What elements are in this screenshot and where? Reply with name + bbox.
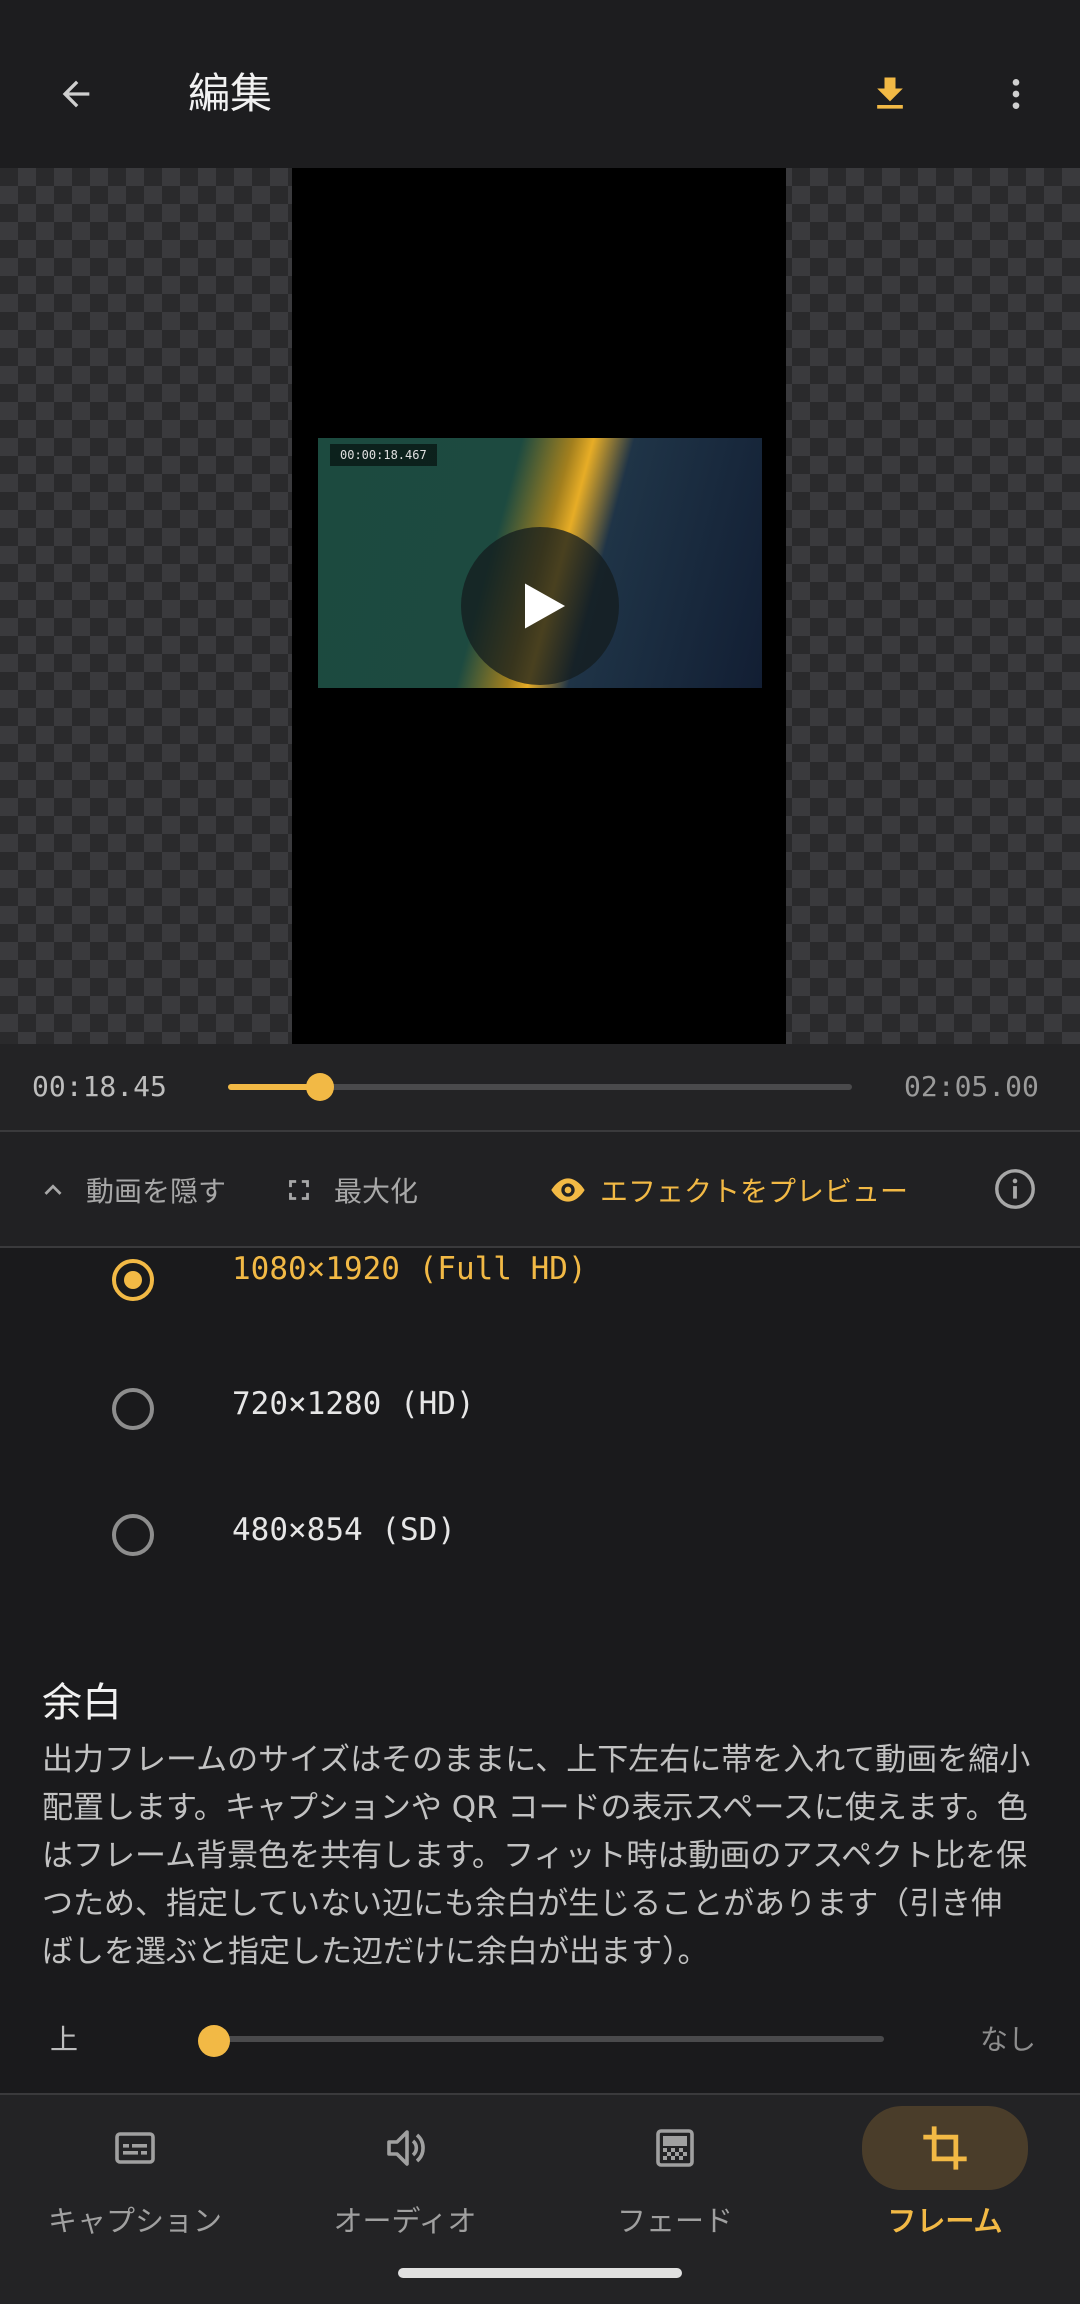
preview-effects-label: エフェクトをプレビュー xyxy=(600,1175,909,1208)
resolution-option-label: 720×1280 (HD) xyxy=(232,1386,475,1422)
hide-video-button[interactable]: 動画を隠す xyxy=(36,1162,226,1218)
more-vert-icon xyxy=(1012,79,1020,109)
crop-icon xyxy=(923,2126,967,2170)
chevron-up-icon xyxy=(44,1184,62,1195)
video-timestamp-overlay: 00:00:18.467 xyxy=(330,444,437,466)
resolution-option[interactable]: 1080×1920 (Full HD) xyxy=(112,1251,1012,1335)
nav-icon-container xyxy=(322,2106,488,2190)
home-indicator[interactable] xyxy=(398,2268,682,2278)
nav-label: フェード xyxy=(616,2204,733,2238)
overflow-menu-button[interactable] xyxy=(980,58,1052,130)
radio-button[interactable] xyxy=(112,1388,154,1430)
maximize-label: 最大化 xyxy=(334,1175,419,1208)
nav-item-audio[interactable]: オーディオ xyxy=(270,2100,540,2250)
nav-icon-container xyxy=(592,2106,758,2190)
seek-thumb[interactable] xyxy=(306,1073,335,1101)
arrow-left-icon xyxy=(62,80,90,108)
eye-icon xyxy=(551,1178,585,1202)
nav-icon-container xyxy=(862,2106,1028,2190)
current-time: 00:18.45 xyxy=(32,1070,167,1103)
nav-item-fade[interactable]: フェード xyxy=(540,2100,810,2250)
download-button[interactable] xyxy=(854,58,926,130)
nav-label: オーディオ xyxy=(333,2204,477,2238)
preview-effects-button[interactable]: エフェクトをプレビュー xyxy=(548,1162,908,1218)
resolution-option-label: 1080×1920 (Full HD) xyxy=(232,1251,587,1287)
resolution-option[interactable]: 480×854 (SD) xyxy=(112,1512,1012,1574)
margin-slider-track[interactable] xyxy=(212,2036,884,2042)
play-icon xyxy=(525,583,565,629)
volume-icon xyxy=(387,2130,425,2166)
nav-item-frame[interactable]: フレーム xyxy=(810,2100,1080,2250)
nav-label: キャプション xyxy=(47,2204,222,2238)
gradient-icon xyxy=(656,2129,694,2167)
section-description: 出力フレームのサイズはそのままに、上下左右に帯を入れて動画を縮小配置します。キャ… xyxy=(42,1742,1031,1970)
margin-slider-value: なし xyxy=(980,2023,1037,2056)
total-time: 02:05.00 xyxy=(904,1070,1039,1103)
resolution-option-label: 480×854 (SD) xyxy=(232,1512,456,1548)
page-title: 編集 xyxy=(188,69,273,118)
radio-button[interactable] xyxy=(112,1259,154,1301)
margin-slider-label: 上 xyxy=(50,2023,79,2056)
nav-icon-container xyxy=(52,2106,218,2190)
fullscreen-icon xyxy=(289,1180,309,1200)
maximize-button[interactable]: 最大化 xyxy=(282,1162,418,1218)
resolution-option[interactable]: 720×1280 (HD) xyxy=(112,1386,1012,1448)
hide-video-label: 動画を隠す xyxy=(86,1175,227,1208)
section-title-margin: 余白 xyxy=(42,1680,122,1726)
download-icon xyxy=(877,77,903,109)
info-button[interactable] xyxy=(992,1166,1038,1212)
radio-button[interactable] xyxy=(112,1514,154,1556)
margin-slider-thumb[interactable] xyxy=(198,2025,230,2057)
back-button[interactable] xyxy=(40,58,112,130)
subtitles-icon xyxy=(115,2132,155,2164)
nav-label: フレーム xyxy=(887,2204,1003,2238)
play-button[interactable] xyxy=(461,527,619,685)
info-icon xyxy=(995,1169,1035,1209)
nav-item-caption[interactable]: キャプション xyxy=(0,2100,270,2250)
